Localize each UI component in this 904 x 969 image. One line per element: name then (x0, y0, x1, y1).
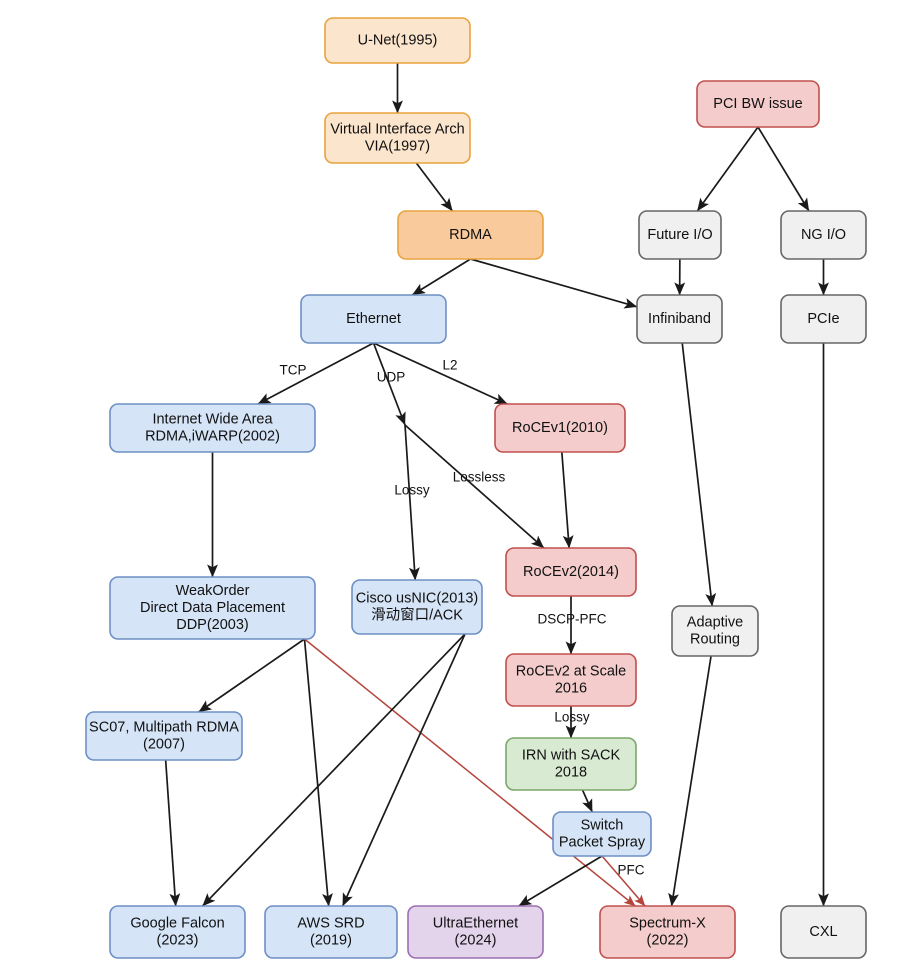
node-box (109, 905, 246, 959)
edge-label-lossy1: Lossy (394, 483, 430, 498)
node-pci_bw[interactable]: PCI BW issue (696, 80, 820, 128)
node-ddp[interactable]: WeakOrderDirect Data PlacementDDP(2003) (109, 576, 316, 640)
node-ng_io[interactable]: NG I/O (780, 210, 867, 260)
edge-label-lossy2: Lossy (554, 710, 590, 725)
edge-adaptive-to-spectrumx (668, 655, 712, 907)
node-box (638, 210, 722, 260)
node-falcon[interactable]: Google Falcon(2023) (109, 905, 246, 959)
edge-udp_junction-to-usnic (404, 424, 420, 581)
node-box (780, 294, 867, 344)
edge-label-l2: L2 (442, 358, 457, 373)
node-spectrumx[interactable]: Spectrum-X(2022) (599, 905, 736, 959)
edge-usnic-to-falcon (201, 633, 466, 907)
node-box (552, 811, 652, 857)
node-box (636, 294, 723, 344)
node-box (109, 403, 316, 453)
edge-usnic-to-awssrd (341, 633, 466, 907)
edge-label-tcp: TCP (280, 363, 307, 378)
node-rocev1[interactable]: RoCEv1(2010) (494, 403, 626, 453)
edge-label-dscp_pfc: DSCP-PFC (537, 612, 606, 627)
node-box (351, 579, 483, 635)
node-future_io[interactable]: Future I/O (638, 210, 722, 260)
node-awssrd[interactable]: AWS SRD(2019) (264, 905, 398, 959)
node-box (780, 905, 867, 959)
node-box (109, 576, 316, 640)
node-box (671, 605, 759, 657)
node-ultraeth[interactable]: UltraEthernet(2024) (407, 905, 544, 959)
edge-switchspray-to-ultraeth (518, 855, 603, 907)
edge-pci_bw-to-future_io (696, 126, 759, 212)
node-box (300, 294, 447, 344)
node-box (505, 737, 637, 791)
node-box (780, 210, 867, 260)
node-box (505, 547, 637, 597)
edge-pci_bw-to-ng_io (757, 126, 810, 212)
edge-irn-to-switchspray (581, 789, 594, 813)
node-box (397, 210, 544, 260)
node-adaptive[interactable]: AdaptiveRouting (671, 605, 759, 657)
node-box (407, 905, 544, 959)
node-infiniband[interactable]: Infiniband (636, 294, 723, 344)
node-cxl[interactable]: CXL (780, 905, 867, 959)
edge-label-udp: UDP (377, 370, 406, 385)
node-rocev2[interactable]: RoCEv2(2014) (505, 547, 637, 597)
diagram-svg: U-Net(1995) Virtual Interface ArchVIA(199… (85, 17, 867, 959)
edge-infiniband-to-adaptive (681, 342, 717, 607)
node-sc07[interactable]: SC07, Multipath RDMA(2007) (85, 711, 243, 761)
node-usnic[interactable]: Cisco usNIC(2013)滑动窗口/ACK (351, 579, 483, 635)
node-iwarp[interactable]: Internet Wide AreaRDMA,iWARP(2002) (109, 403, 316, 453)
edge-label-pfc: PFC (618, 863, 645, 878)
node-rdma[interactable]: RDMA (397, 210, 544, 260)
node-pcie[interactable]: PCIe (780, 294, 867, 344)
edge-rdma-to-ethernet (411, 258, 471, 296)
node-box (494, 403, 626, 453)
edge-sc07-to-falcon (164, 759, 181, 907)
flowchart-canvas: U-Net(1995) Virtual Interface Arch VIA(199… (0, 0, 904, 969)
node-box (85, 711, 243, 761)
edge-via-to-rdma (415, 162, 454, 212)
node-unet[interactable]: U-Net(1995) (324, 17, 471, 64)
edge-ethernet-to-iwarp (257, 342, 374, 405)
edge-label-lossless: Lossless (453, 470, 506, 485)
node-box (505, 653, 637, 707)
node-switchspray[interactable]: SwitchPacket Spray (552, 811, 652, 857)
edge-rdma-to-infiniband (470, 258, 638, 309)
edge-rocev1-to-rocev2 (560, 451, 574, 549)
node-box (324, 17, 471, 64)
node-ethernet[interactable]: Ethernet (300, 294, 447, 344)
node-irn[interactable]: IRN with SACK2018 (505, 737, 637, 791)
node-box (696, 80, 820, 128)
node-rocev2scale[interactable]: RoCEv2 at Scale2016 (505, 653, 637, 707)
node-box (599, 905, 736, 959)
edge-ddp-to-sc07 (198, 638, 305, 713)
node-box (264, 905, 398, 959)
edge-ddp-to-awssrd (303, 638, 333, 907)
node-via[interactable]: Virtual Interface ArchVIA(1997) (324, 112, 471, 164)
node-box (324, 112, 471, 164)
